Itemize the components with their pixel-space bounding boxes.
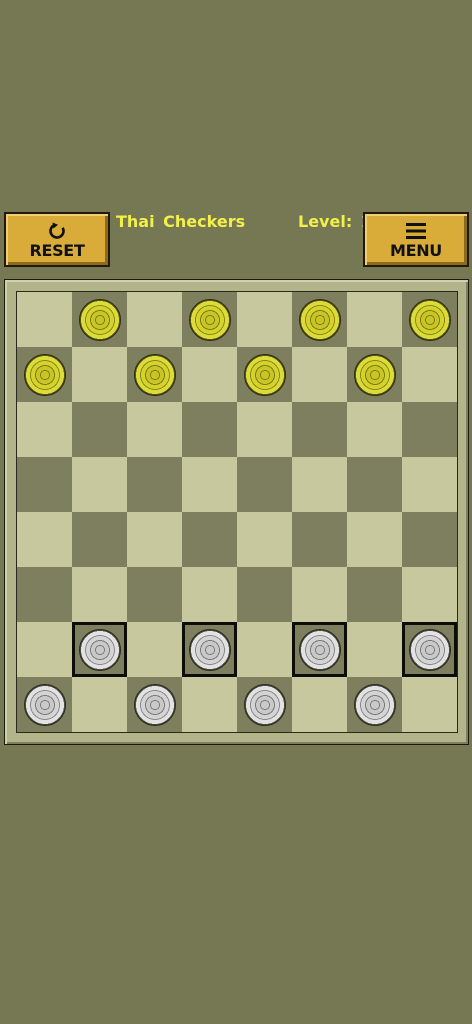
board-square-r7c0[interactable]	[17, 677, 72, 732]
board-square-r7c4[interactable]	[237, 677, 292, 732]
white-checker-piece[interactable]	[133, 683, 176, 726]
board-square-r2c1[interactable]	[72, 402, 127, 457]
board-square-r3c5[interactable]	[292, 457, 347, 512]
board-square-r5c7[interactable]	[402, 567, 457, 622]
board-square-r2c5[interactable]	[292, 402, 347, 457]
white-checker-piece[interactable]	[408, 628, 451, 671]
board-square-r5c6[interactable]	[347, 567, 402, 622]
white-checker-piece[interactable]	[243, 683, 286, 726]
board-square-r6c4[interactable]	[237, 622, 292, 677]
board-square-r7c1[interactable]	[72, 677, 127, 732]
board-square-r1c5[interactable]	[292, 347, 347, 402]
game-board	[16, 291, 458, 733]
board-square-r2c2[interactable]	[127, 402, 182, 457]
reset-button[interactable]: RESET	[4, 212, 110, 267]
yellow-checker-piece[interactable]	[23, 353, 66, 396]
board-square-r0c0[interactable]	[17, 292, 72, 347]
yellow-checker-piece[interactable]	[243, 353, 286, 396]
board-square-r2c6[interactable]	[347, 402, 402, 457]
board-square-r1c0[interactable]	[17, 347, 72, 402]
level-indicator: Level: 1	[298, 212, 372, 231]
board-square-r3c3[interactable]	[182, 457, 237, 512]
board-square-r4c3[interactable]	[182, 512, 237, 567]
game-title: Thai Checkers	[116, 212, 246, 231]
board-square-r1c3[interactable]	[182, 347, 237, 402]
board-square-r2c3[interactable]	[182, 402, 237, 457]
board-square-r3c1[interactable]	[72, 457, 127, 512]
board-square-r0c5[interactable]	[292, 292, 347, 347]
menu-button[interactable]: MENU	[363, 212, 469, 267]
board-square-r0c4[interactable]	[237, 292, 292, 347]
yellow-checker-piece[interactable]	[188, 298, 231, 341]
board-square-r3c4[interactable]	[237, 457, 292, 512]
board-square-r6c2[interactable]	[127, 622, 182, 677]
reset-label: RESET	[29, 240, 85, 260]
yellow-checker-piece[interactable]	[353, 353, 396, 396]
board-square-r2c4[interactable]	[237, 402, 292, 457]
board-square-r1c6[interactable]	[347, 347, 402, 402]
board-square-r4c2[interactable]	[127, 512, 182, 567]
board-square-r2c0[interactable]	[17, 402, 72, 457]
white-checker-piece[interactable]	[298, 628, 341, 671]
board-square-r6c0[interactable]	[17, 622, 72, 677]
board-square-r5c0[interactable]	[17, 567, 72, 622]
board-square-r4c1[interactable]	[72, 512, 127, 567]
board-square-r0c3[interactable]	[182, 292, 237, 347]
board-square-r6c6[interactable]	[347, 622, 402, 677]
refresh-icon	[45, 220, 69, 242]
menu-label: MENU	[389, 240, 443, 260]
board-square-r5c4[interactable]	[237, 567, 292, 622]
board-square-r1c7[interactable]	[402, 347, 457, 402]
board-square-r3c2[interactable]	[127, 457, 182, 512]
board-square-r6c5[interactable]	[292, 622, 347, 677]
board-square-r4c7[interactable]	[402, 512, 457, 567]
board-square-r6c1[interactable]	[72, 622, 127, 677]
board-square-r4c5[interactable]	[292, 512, 347, 567]
board-square-r1c4[interactable]	[237, 347, 292, 402]
board-square-r5c2[interactable]	[127, 567, 182, 622]
board-square-r0c1[interactable]	[72, 292, 127, 347]
white-checker-piece[interactable]	[78, 628, 121, 671]
board-square-r7c5[interactable]	[292, 677, 347, 732]
board-square-r6c3[interactable]	[182, 622, 237, 677]
board-square-r4c0[interactable]	[17, 512, 72, 567]
board-square-r3c7[interactable]	[402, 457, 457, 512]
board-square-r6c7[interactable]	[402, 622, 457, 677]
board-square-r3c0[interactable]	[17, 457, 72, 512]
board-square-r1c2[interactable]	[127, 347, 182, 402]
board-square-r7c3[interactable]	[182, 677, 237, 732]
board-square-r0c7[interactable]	[402, 292, 457, 347]
white-checker-piece[interactable]	[353, 683, 396, 726]
board-square-r5c1[interactable]	[72, 567, 127, 622]
board-square-r7c7[interactable]	[402, 677, 457, 732]
board-square-r0c6[interactable]	[347, 292, 402, 347]
white-checker-piece[interactable]	[23, 683, 66, 726]
board-square-r7c2[interactable]	[127, 677, 182, 732]
board-square-r5c5[interactable]	[292, 567, 347, 622]
hamburger-icon	[404, 220, 428, 242]
yellow-checker-piece[interactable]	[78, 298, 121, 341]
yellow-checker-piece[interactable]	[408, 298, 451, 341]
yellow-checker-piece[interactable]	[298, 298, 341, 341]
board-square-r3c6[interactable]	[347, 457, 402, 512]
white-checker-piece[interactable]	[188, 628, 231, 671]
board-square-r7c6[interactable]	[347, 677, 402, 732]
board-square-r5c3[interactable]	[182, 567, 237, 622]
board-square-r4c6[interactable]	[347, 512, 402, 567]
board-square-r0c2[interactable]	[127, 292, 182, 347]
board-square-r4c4[interactable]	[237, 512, 292, 567]
board-square-r1c1[interactable]	[72, 347, 127, 402]
board-square-r2c7[interactable]	[402, 402, 457, 457]
yellow-checker-piece[interactable]	[133, 353, 176, 396]
